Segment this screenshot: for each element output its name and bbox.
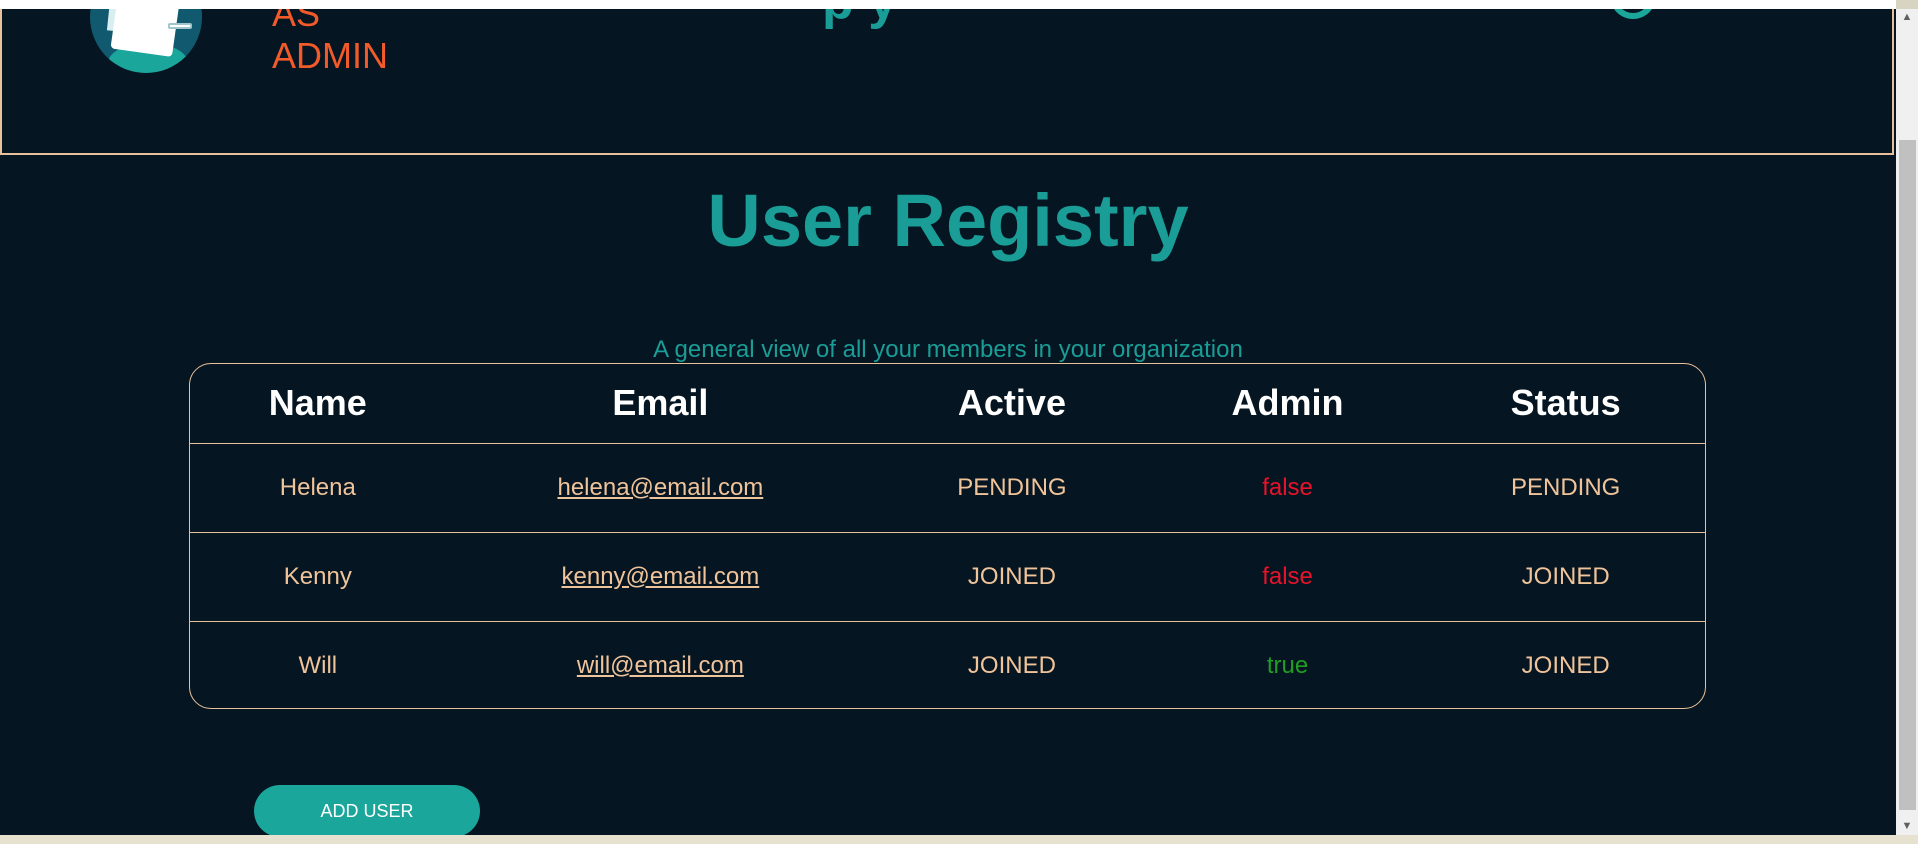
column-header-name: Name: [190, 364, 446, 444]
top-edge: [0, 0, 1896, 9]
user-admin-cell: false: [1148, 443, 1427, 533]
user-status-cell: JOINED: [1521, 651, 1610, 679]
user-admin-cell: false: [1148, 532, 1427, 622]
user-active-cell: JOINED: [967, 651, 1056, 679]
scroll-down-arrow-icon[interactable]: ▼: [1900, 819, 1914, 833]
admin-label-line1: AS: [272, 9, 321, 34]
clipboard-logo-icon[interactable]: [90, 9, 202, 73]
table-row: Kenny kenny@email.com JOINED false JOINE…: [190, 532, 1705, 622]
column-header-admin: Admin: [1148, 364, 1427, 444]
user-name-cell: Kenny: [190, 532, 446, 622]
user-name-cell: Helena: [190, 443, 446, 533]
user-active-cell: PENDING: [875, 443, 1149, 533]
column-header-status: Status: [1426, 364, 1705, 444]
user-status-cell: JOINED: [1426, 532, 1705, 622]
admin-role-label: AS ADMIN: [272, 9, 388, 77]
user-admin-cell: true: [1266, 651, 1309, 679]
page-title: User Registry: [707, 179, 1189, 262]
logo-paper-front: [110, 9, 184, 57]
user-active-cell: JOINED: [875, 532, 1149, 622]
user-email-cell: kenny@email.com: [445, 532, 876, 622]
scrollbar-thumb[interactable]: [1899, 140, 1916, 810]
user-email-link[interactable]: will@email.com: [577, 652, 744, 679]
page-subtitle: A general view of all your members in yo…: [653, 336, 1243, 363]
user-name-cell: Will: [298, 651, 338, 679]
user-email-cell: helena@email.com: [445, 443, 876, 533]
user-status-cell: PENDING: [1426, 443, 1705, 533]
user-email-cell: will@email.com: [446, 621, 875, 708]
user-email-link[interactable]: kenny@email.com: [562, 563, 760, 590]
site-header: AS ADMIN p y: [0, 9, 1894, 155]
bottom-edge: [0, 835, 1918, 844]
add-user-button[interactable]: ADD USER: [254, 785, 480, 835]
column-header-email: Email: [445, 364, 876, 444]
logo-paper-tab: [168, 23, 192, 29]
header-title: p y: [822, 9, 897, 31]
table-row: Helena helena@email.com PENDING false PE…: [190, 443, 1705, 533]
column-header-active: Active: [875, 364, 1149, 444]
table-row: Will will@email.com JOINED true JOINED: [190, 621, 1705, 708]
admin-label-line2: ADMIN: [272, 35, 388, 76]
page-viewport: AS ADMIN p y User Registry A general vie…: [0, 0, 1896, 835]
user-email-link[interactable]: helena@email.com: [557, 474, 763, 501]
user-table: Name Email Active Admin Status Helena he…: [189, 363, 1706, 709]
table-header-row: Name Email Active Admin Status: [190, 364, 1705, 444]
scroll-up-arrow-icon[interactable]: ▲: [1900, 10, 1914, 24]
header-right-icon[interactable]: [1610, 9, 1656, 19]
